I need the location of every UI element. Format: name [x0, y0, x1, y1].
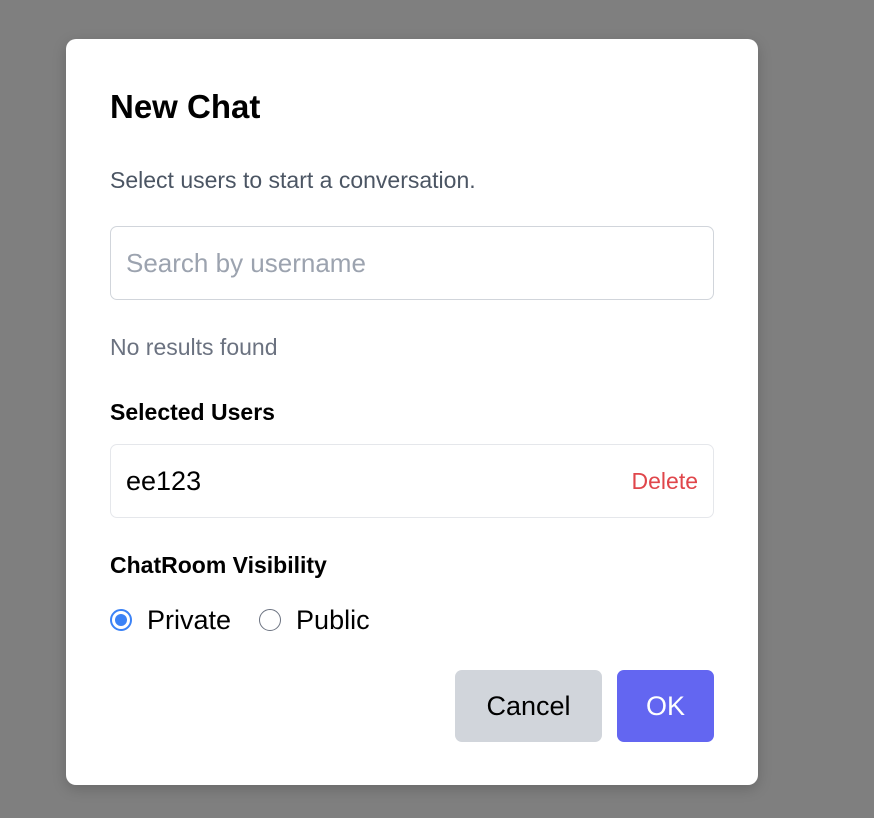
public-radio[interactable]: [259, 609, 282, 631]
visibility-option-private[interactable]: Private: [110, 605, 231, 636]
visibility-radio-group: Private Public: [110, 602, 398, 638]
delete-user-button[interactable]: Delete: [632, 468, 698, 495]
dialog-title: New Chat: [110, 88, 261, 125]
selected-user-item: ee123 Delete: [110, 444, 714, 518]
public-radio-label: Public: [296, 604, 370, 635]
new-chat-dialog: New Chat Select users to start a convers…: [66, 39, 758, 785]
ok-button[interactable]: OK: [617, 670, 714, 742]
selected-username: ee123: [126, 465, 202, 496]
cancel-button[interactable]: Cancel: [455, 670, 602, 742]
search-input[interactable]: [110, 226, 714, 300]
visibility-option-public[interactable]: Public: [259, 605, 370, 636]
visibility-heading: ChatRoom Visibility: [110, 552, 327, 578]
private-radio[interactable]: [110, 609, 132, 631]
selected-users-heading: Selected Users: [110, 399, 275, 425]
dialog-subtitle: Select users to start a conversation.: [110, 167, 476, 193]
no-results-text: No results found: [110, 334, 278, 360]
private-radio-label: Private: [147, 604, 232, 635]
